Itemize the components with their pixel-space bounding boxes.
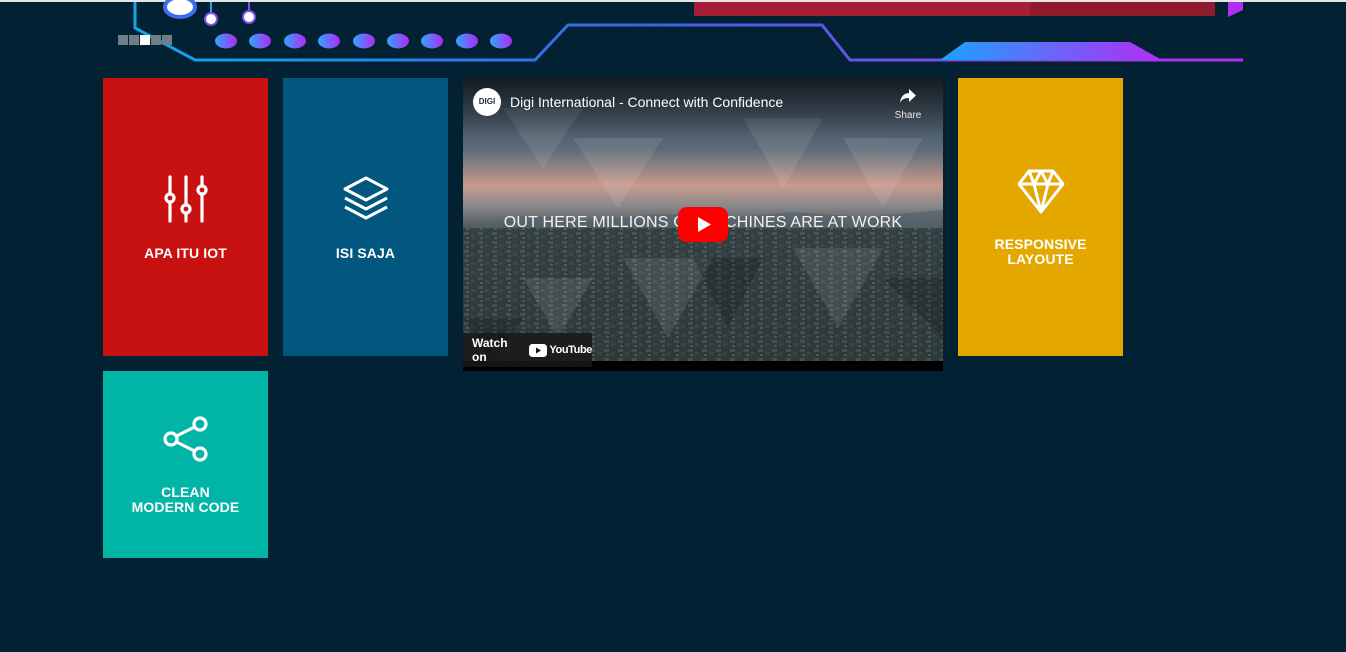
tile-label: RESPONSIVE LAYOUTE — [994, 236, 1087, 267]
youtube-wordmark: YouTube — [549, 344, 592, 356]
share-icon — [162, 415, 208, 462]
header-circuit-decoration — [133, 0, 1243, 62]
page: APA ITU IOT ISI SAJA DIGI Digi Internati… — [0, 0, 1346, 652]
slider-dot[interactable] — [162, 35, 172, 45]
video-title[interactable]: Digi International - Connect with Confid… — [510, 94, 783, 110]
share-arrow-icon — [900, 89, 916, 103]
sliders-icon — [163, 174, 208, 223]
slider-dot[interactable] — [118, 35, 128, 45]
slider-dot[interactable] — [151, 35, 161, 45]
youtube-play-icon — [529, 343, 548, 357]
watch-on-youtube-button[interactable]: Watch on YouTube — [463, 333, 592, 367]
tile-label: CLEAN MODERN CODE — [131, 483, 240, 515]
layers-icon — [343, 176, 388, 219]
tile-label: APA ITU IOT — [144, 244, 227, 261]
youtube-logo: YouTube — [529, 343, 592, 357]
share-button[interactable]: Share — [891, 88, 925, 121]
watch-on-label: Watch on — [472, 336, 508, 364]
share-label: Share — [894, 110, 922, 121]
tile-label: ISI SAJA — [335, 244, 396, 261]
youtube-embed[interactable]: DIGI Digi International - Connect with C… — [463, 78, 943, 371]
play-button-icon[interactable] — [678, 207, 728, 242]
tile-clean-modern-code[interactable]: CLEAN MODERN CODE — [103, 371, 268, 558]
slider-dot[interactable] — [129, 35, 139, 45]
tile-isi-saja[interactable]: ISI SAJA — [283, 78, 448, 356]
tile-responsive-layoute[interactable]: RESPONSIVE LAYOUTE — [958, 78, 1123, 356]
diamond-icon — [1017, 169, 1064, 214]
tile-apa-itu-iot[interactable]: APA ITU IOT — [103, 78, 268, 356]
slider-pagination — [118, 35, 172, 45]
slider-dot-active[interactable] — [140, 35, 150, 45]
channel-avatar[interactable]: DIGI — [473, 88, 501, 116]
